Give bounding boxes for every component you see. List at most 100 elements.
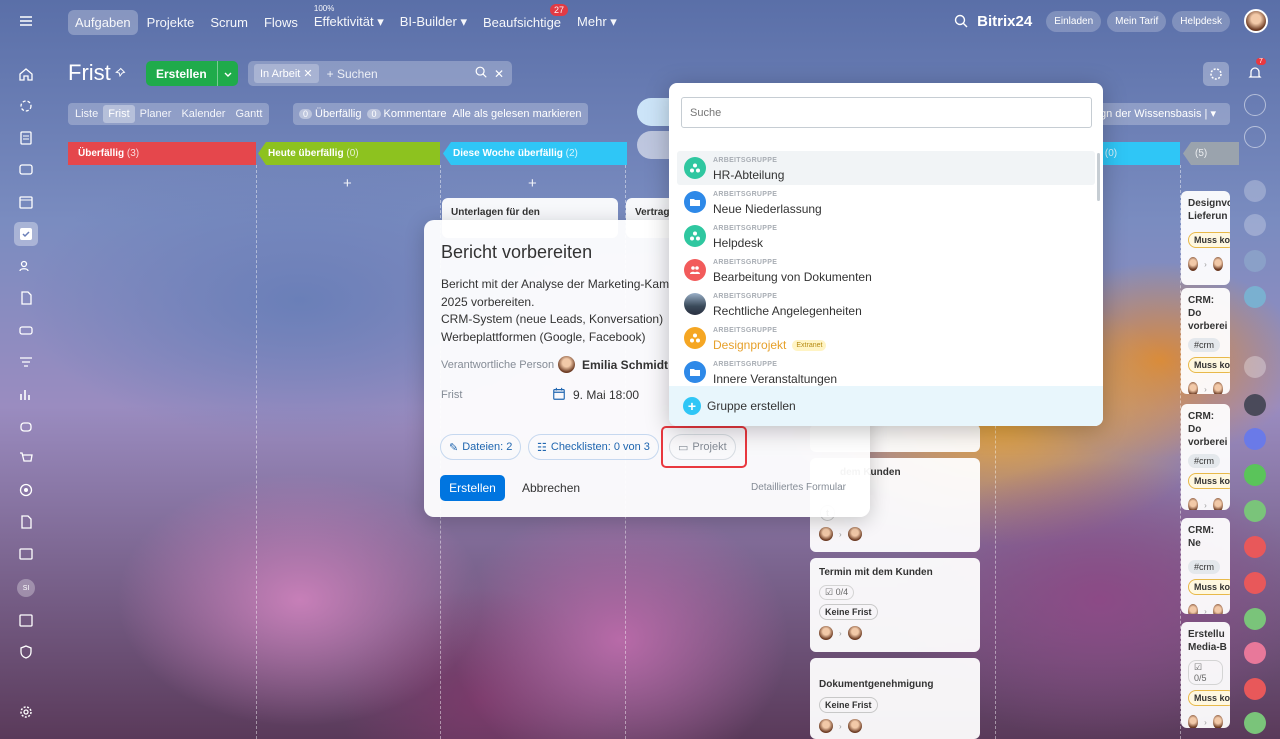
- files-chip[interactable]: ✎ Dateien: 2: [440, 434, 522, 460]
- lock-icon[interactable]: [1244, 500, 1266, 522]
- task-card[interactable]: Dokumentgenehmigung Keine Frist ›: [810, 658, 980, 739]
- target-icon[interactable]: [16, 480, 36, 500]
- group-item-new-branch[interactable]: ARBEITSGRUPPE Neue Niederlassung: [677, 185, 1095, 219]
- tariff-button[interactable]: Mein Tarif: [1107, 10, 1167, 32]
- nav-effectiveness[interactable]: 100% Effektivität ▾: [307, 4, 391, 35]
- task-card[interactable]: Designvo Lieferun Muss ko ›: [1181, 191, 1230, 285]
- column-this-week[interactable]: Diese Woche überfällig (2): [443, 142, 627, 165]
- note-icon[interactable]: [1244, 464, 1266, 486]
- menu-icon[interactable]: [18, 13, 34, 29]
- fingerprint-icon[interactable]: [1244, 94, 1266, 116]
- mail-icon[interactable]: [16, 544, 36, 564]
- lock-icon[interactable]: [1244, 678, 1266, 700]
- clear-icon[interactable]: ✕: [494, 67, 504, 81]
- search-icon[interactable]: [474, 65, 488, 82]
- group-item-design[interactable]: ARBEITSGRUPPE Designprojekt Extranet: [677, 321, 1095, 355]
- search-input[interactable]: + Suchen: [327, 67, 474, 81]
- responsible-name[interactable]: Emilia Schmidt: [582, 358, 668, 372]
- ai-assistant-icon[interactable]: [637, 98, 669, 126]
- deadline-value[interactable]: 9. Mai 18:00: [573, 388, 639, 402]
- scrollbar[interactable]: [1097, 153, 1100, 201]
- column-later[interactable]: (5): [1183, 142, 1239, 165]
- calendar-icon[interactable]: [552, 387, 566, 404]
- group-search-input[interactable]: [681, 97, 1092, 128]
- lock-icon[interactable]: [1244, 608, 1266, 630]
- bookmark-icon[interactable]: [1244, 428, 1266, 450]
- task-card[interactable]: CRM: Do vorberei #crm Muss ko ›: [1181, 288, 1230, 394]
- calendar-icon[interactable]: [16, 192, 36, 212]
- group-item-events[interactable]: ARBEITSGRUPPE Innere Veranstaltungen: [677, 355, 1095, 389]
- contact-avatar[interactable]: [1244, 394, 1266, 416]
- helpdesk-button[interactable]: Helpdesk: [1172, 10, 1230, 32]
- contacts-icon[interactable]: [16, 256, 36, 276]
- group-toggle-icon[interactable]: [637, 131, 669, 159]
- settings-icon[interactable]: [16, 702, 36, 722]
- pin-icon[interactable]: [114, 67, 126, 82]
- group-item-legal[interactable]: ARBEITSGRUPPE Rechtliche Angelegenheiten: [677, 287, 1095, 321]
- checklist-chip[interactable]: ☷ Checklisten: 0 von 3: [528, 434, 659, 460]
- gear-icon[interactable]: [1203, 62, 1229, 86]
- cancel-button[interactable]: Abbrechen: [522, 481, 580, 495]
- puzzle-icon[interactable]: [16, 96, 36, 116]
- create-button[interactable]: Erstellen: [440, 475, 505, 501]
- close-icon[interactable]: ✕: [303, 68, 312, 80]
- task-card[interactable]: CRM: Do vorberei #crm Muss ko ›: [1181, 404, 1230, 510]
- contact-avatar[interactable]: [1244, 286, 1266, 308]
- group-item-helpdesk[interactable]: ARBEITSGRUPPE Helpdesk: [677, 219, 1095, 253]
- mark-read-link[interactable]: Alle als gelesen markieren: [452, 108, 581, 120]
- task-card[interactable]: Erstellu Media-B ☑ 0/5 Muss ko ›: [1181, 622, 1230, 728]
- contact-avatar[interactable]: [1244, 250, 1266, 272]
- nav-supervising[interactable]: Beaufsichtige 27: [476, 3, 569, 35]
- shield-icon[interactable]: [16, 642, 36, 662]
- view-gantt[interactable]: Gantt: [230, 105, 267, 123]
- detailed-form-link[interactable]: Detailliertes Formular: [751, 482, 846, 493]
- lock-icon[interactable]: [1244, 572, 1266, 594]
- home-icon[interactable]: [16, 64, 36, 84]
- feed-icon[interactable]: [16, 128, 36, 148]
- responsible-avatar[interactable]: [558, 356, 575, 373]
- filter-icon[interactable]: [16, 352, 36, 372]
- nav-bi-builder[interactable]: BI-Builder ▾: [393, 9, 474, 35]
- chat-icon[interactable]: [16, 160, 36, 180]
- robot-icon[interactable]: [16, 416, 36, 436]
- nav-scrum[interactable]: Scrum: [203, 10, 255, 35]
- column-overdue[interactable]: Überfällig (3): [68, 142, 256, 165]
- add-task-icon[interactable]: +: [343, 175, 352, 192]
- id-card-icon[interactable]: [1244, 642, 1266, 664]
- comments-counter[interactable]: 0 Kommentare: [367, 108, 446, 120]
- drive-icon[interactable]: [16, 320, 36, 340]
- column-today[interactable]: Heute überfällig (0): [258, 142, 440, 165]
- view-list[interactable]: Liste: [70, 105, 103, 123]
- lock-icon[interactable]: [1244, 712, 1266, 734]
- knowledge-base-link[interactable]: gn der Wissensbasis | ▾: [1098, 103, 1230, 125]
- tasks-icon[interactable]: [14, 222, 38, 246]
- user-avatar[interactable]: [1244, 9, 1268, 33]
- brand-logo[interactable]: Bitrix24: [977, 13, 1032, 30]
- nav-more[interactable]: Mehr ▾: [570, 9, 624, 35]
- view-deadline[interactable]: Frist: [103, 105, 135, 123]
- nav-flows[interactable]: Flows: [257, 10, 305, 35]
- edit-icon[interactable]: [16, 512, 36, 532]
- docs-icon[interactable]: [16, 288, 36, 308]
- search-icon[interactable]: [953, 13, 969, 29]
- filter-search[interactable]: In Arbeit ✕ + Suchen ✕: [248, 61, 512, 86]
- create-group-row[interactable]: + Gruppe erstellen: [669, 386, 1103, 426]
- task-title[interactable]: Bericht vorbereiten: [441, 242, 592, 263]
- lock-icon[interactable]: [1244, 536, 1266, 558]
- filter-chip[interactable]: In Arbeit ✕: [254, 64, 319, 83]
- chevron-down-icon[interactable]: [216, 61, 238, 86]
- create-task-button[interactable]: Erstellen: [146, 61, 238, 86]
- view-calendar[interactable]: Kalender: [176, 105, 230, 123]
- nav-tasks[interactable]: Aufgaben: [68, 9, 138, 35]
- task-card[interactable]: CRM: Ne #crm Muss ko ›: [1181, 518, 1230, 614]
- user-initials[interactable]: SI: [16, 578, 36, 598]
- chat-bubble-icon[interactable]: [1244, 126, 1266, 148]
- nav-projects[interactable]: Projekte: [140, 10, 202, 35]
- contact-avatar[interactable]: [1244, 180, 1266, 202]
- task-card[interactable]: Termin mit dem Kunden ☑ 0/4 Keine Frist …: [810, 558, 980, 652]
- bell-icon[interactable]: 7: [1244, 58, 1266, 84]
- invite-button[interactable]: Einladen: [1046, 10, 1102, 32]
- view-planner[interactable]: Planer: [135, 105, 177, 123]
- contact-avatar[interactable]: [1244, 356, 1266, 378]
- group-item-hr[interactable]: ARBEITSGRUPPE HR-Abteilung: [677, 151, 1095, 185]
